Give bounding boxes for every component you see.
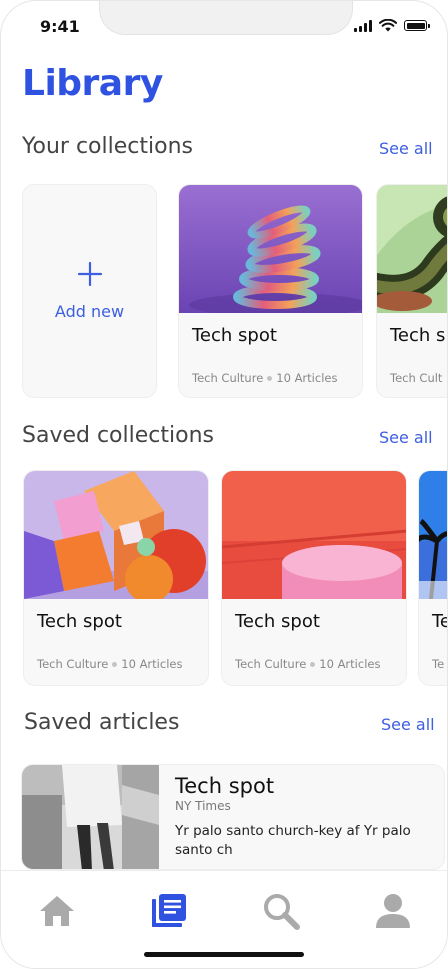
collection-title: Tech spot — [37, 611, 122, 632]
home-icon — [40, 896, 74, 926]
collection-image-shapes — [24, 471, 208, 599]
plus-icon — [77, 261, 103, 287]
search-icon — [264, 894, 300, 930]
collection-count: 10 Articles — [319, 657, 381, 671]
collection-meta: Tech Culture 10 Articles — [37, 657, 182, 671]
collection-image-pink-box — [222, 471, 406, 599]
collection-title: Tech spot — [192, 325, 277, 346]
collection-title: Tech sp — [390, 325, 447, 346]
collection-meta: Tech Culture 10 Articles — [192, 371, 337, 385]
saved-collection-card[interactable]: Tech spot Tech Culture 10 Articles — [221, 470, 407, 686]
collection-meta: Tech Cult — [390, 371, 442, 385]
separator-dot — [310, 661, 316, 667]
saved-articles-title: Saved articles — [24, 710, 180, 735]
add-new-collection-button[interactable]: Add new — [22, 184, 157, 398]
signal-icon — [354, 19, 372, 32]
collection-image-palms — [419, 471, 447, 599]
collection-category: Tech Culture — [37, 657, 109, 671]
collection-title: Te — [432, 611, 447, 632]
separator-dot — [267, 375, 273, 381]
separator-dot — [112, 661, 118, 667]
saved-collection-card[interactable]: Tech spot Tech Culture 10 Articles — [23, 470, 209, 686]
article-excerpt: Yr palo santo church-key af Yr palo sant… — [175, 823, 411, 858]
article-image — [22, 765, 159, 869]
collection-count: 10 Articles — [121, 657, 183, 671]
tab-library[interactable] — [149, 891, 189, 931]
saved-collections-see-all-link[interactable]: See all — [379, 428, 433, 447]
home-indicator — [144, 952, 304, 957]
status-time: 9:41 — [40, 17, 80, 36]
collection-meta: Tech Culture 10 Articles — [235, 657, 380, 671]
tab-profile[interactable] — [373, 891, 413, 931]
saved-article-item[interactable]: Tech spot NY Times Yr palo santo church-… — [21, 764, 445, 870]
library-icon — [152, 894, 186, 927]
battery-icon — [404, 20, 430, 31]
page-title: Library — [22, 63, 163, 104]
article-title: Tech spot — [175, 774, 275, 798]
collection-image-rings — [179, 185, 362, 313]
your-collections-see-all-link[interactable]: See all — [379, 139, 433, 158]
tab-search[interactable] — [261, 891, 301, 931]
collection-category: Tech Cult — [390, 371, 443, 385]
collection-category: Tech Culture — [192, 371, 264, 385]
saved-articles-see-all-link[interactable]: See all — [381, 715, 435, 734]
collection-image-pipe — [377, 185, 447, 313]
add-new-label: Add new — [54, 302, 125, 321]
collection-count: 10 Articles — [276, 371, 338, 385]
status-icons — [354, 19, 430, 32]
profile-icon — [376, 894, 410, 928]
saved-collections-title: Saved collections — [22, 423, 214, 448]
article-source: NY Times — [175, 799, 231, 813]
tab-home[interactable] — [37, 891, 77, 931]
collection-card[interactable]: Tech spot Tech Culture 10 Articles — [178, 184, 363, 398]
collection-category: Tech Culture — [235, 657, 307, 671]
saved-collection-card[interactable]: Te Te — [418, 470, 447, 686]
wifi-icon — [379, 19, 397, 32]
collection-card[interactable]: Tech sp Tech Cult — [376, 184, 447, 398]
your-collections-title: Your collections — [22, 134, 193, 159]
collection-category: Te — [432, 657, 445, 671]
phone-screen: 9:41 Library Your collections See all Ad… — [0, 0, 448, 969]
collection-meta: Te — [432, 657, 444, 671]
device-notch — [99, 1, 353, 35]
collection-title: Tech spot — [235, 611, 320, 632]
